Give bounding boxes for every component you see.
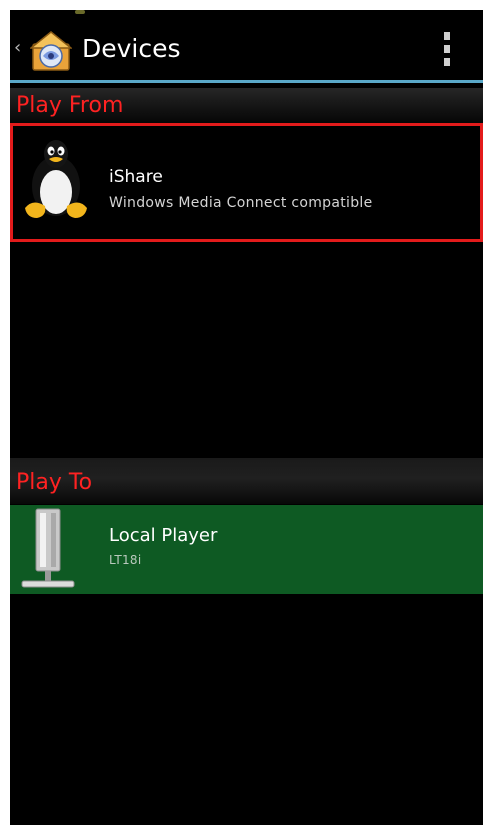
- section-header-play-from: Play From: [10, 88, 483, 124]
- phone-device-icon: [21, 508, 75, 588]
- status-notification-icon: [75, 10, 85, 14]
- action-bar-divider: [10, 80, 483, 83]
- menu-dot: [444, 58, 450, 66]
- device-row-ishare[interactable]: iShare Windows Media Connect compatible: [10, 123, 483, 242]
- device-subtitle: LT18i: [109, 553, 142, 567]
- action-bar: ‹ Devices: [10, 16, 483, 80]
- menu-dot: [444, 45, 450, 53]
- device-row-local-player[interactable]: Local Player LT18i: [10, 505, 483, 594]
- chevron-left-icon[interactable]: ‹: [14, 36, 28, 60]
- device-name: iShare: [109, 167, 163, 187]
- menu-dot: [444, 32, 450, 40]
- screen: ‹ Devices Play From iShare Windows Media…: [10, 10, 483, 825]
- overflow-menu-icon[interactable]: [442, 32, 452, 66]
- media-house-icon[interactable]: [30, 30, 72, 72]
- device-subtitle: Windows Media Connect compatible: [109, 195, 373, 211]
- linux-penguin-icon: [25, 140, 87, 218]
- section-header-play-to: Play To: [10, 458, 483, 504]
- page-title: Devices: [82, 34, 181, 63]
- device-name: Local Player: [109, 525, 218, 546]
